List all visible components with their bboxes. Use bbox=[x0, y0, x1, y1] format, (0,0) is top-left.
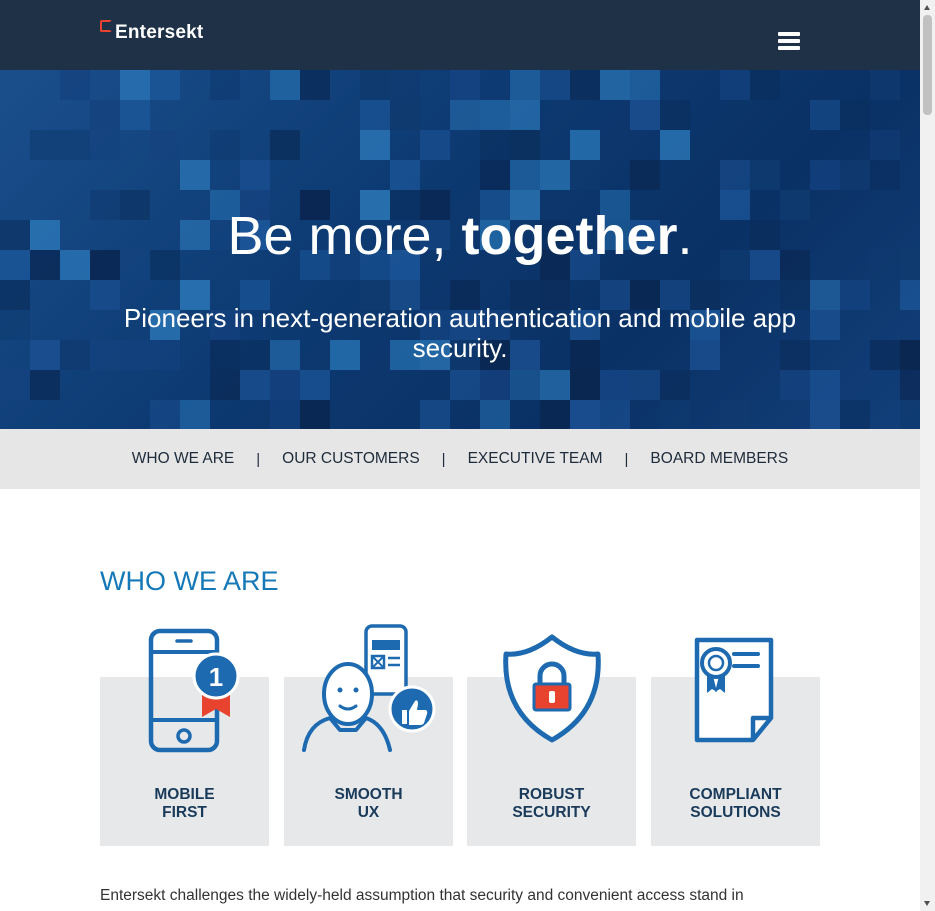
intro-paragraph: Entersekt challenges the widely-held ass… bbox=[100, 887, 744, 904]
nav-separator: | bbox=[441, 450, 446, 468]
scroll-down-arrow-icon[interactable] bbox=[924, 901, 930, 906]
shield-lock-icon bbox=[503, 634, 601, 743]
scrollbar-thumb[interactable] bbox=[923, 15, 932, 115]
vertical-scrollbar[interactable] bbox=[920, 0, 935, 911]
hero-subtitle: Pioneers in next-generation authenticati… bbox=[123, 303, 797, 363]
mobile-first-icon: 1 bbox=[148, 628, 240, 753]
nav-board-members[interactable]: BOARD MEMBERS bbox=[650, 450, 788, 468]
certificate-icon bbox=[694, 637, 774, 743]
page: Entersekt Be more, together. Pioneers in… bbox=[0, 0, 920, 911]
logo-mark-icon bbox=[100, 20, 112, 32]
card-label: ROBUST SECURITY bbox=[512, 786, 591, 821]
logo-text: Entersekt bbox=[115, 22, 204, 43]
smooth-ux-icon bbox=[302, 624, 436, 752]
entersekt-logo[interactable]: Entersekt bbox=[100, 20, 203, 46]
scroll-up-arrow-icon[interactable] bbox=[924, 5, 930, 10]
card-label: COMPLIANT SOLUTIONS bbox=[689, 786, 782, 821]
card-label: SMOOTH UX bbox=[334, 786, 403, 821]
nav-our-customers[interactable]: OUR CUSTOMERS bbox=[282, 450, 420, 468]
nav-separator: | bbox=[256, 450, 261, 468]
hero-banner: Be more, together. Pioneers in next-gene… bbox=[0, 70, 920, 429]
svg-text:1: 1 bbox=[209, 662, 223, 692]
hamburger-menu-icon[interactable] bbox=[778, 32, 800, 52]
card-label: MOBILE FIRST bbox=[154, 786, 215, 821]
nav-executive-team[interactable]: EXECUTIVE TEAM bbox=[468, 450, 603, 468]
site-header: Entersekt bbox=[0, 0, 920, 70]
section-nav: WHO WE ARE | OUR CUSTOMERS | EXECUTIVE T… bbox=[0, 429, 920, 489]
section-title: WHO WE ARE bbox=[100, 566, 279, 596]
feature-cards: MOBILE FIRST 1 SMOOTH UX ROBUST SECURITY… bbox=[100, 620, 820, 848]
nav-separator: | bbox=[624, 450, 629, 468]
hero-title: Be more, together. bbox=[227, 206, 693, 266]
nav-who-we-are[interactable]: WHO WE ARE bbox=[132, 450, 234, 468]
